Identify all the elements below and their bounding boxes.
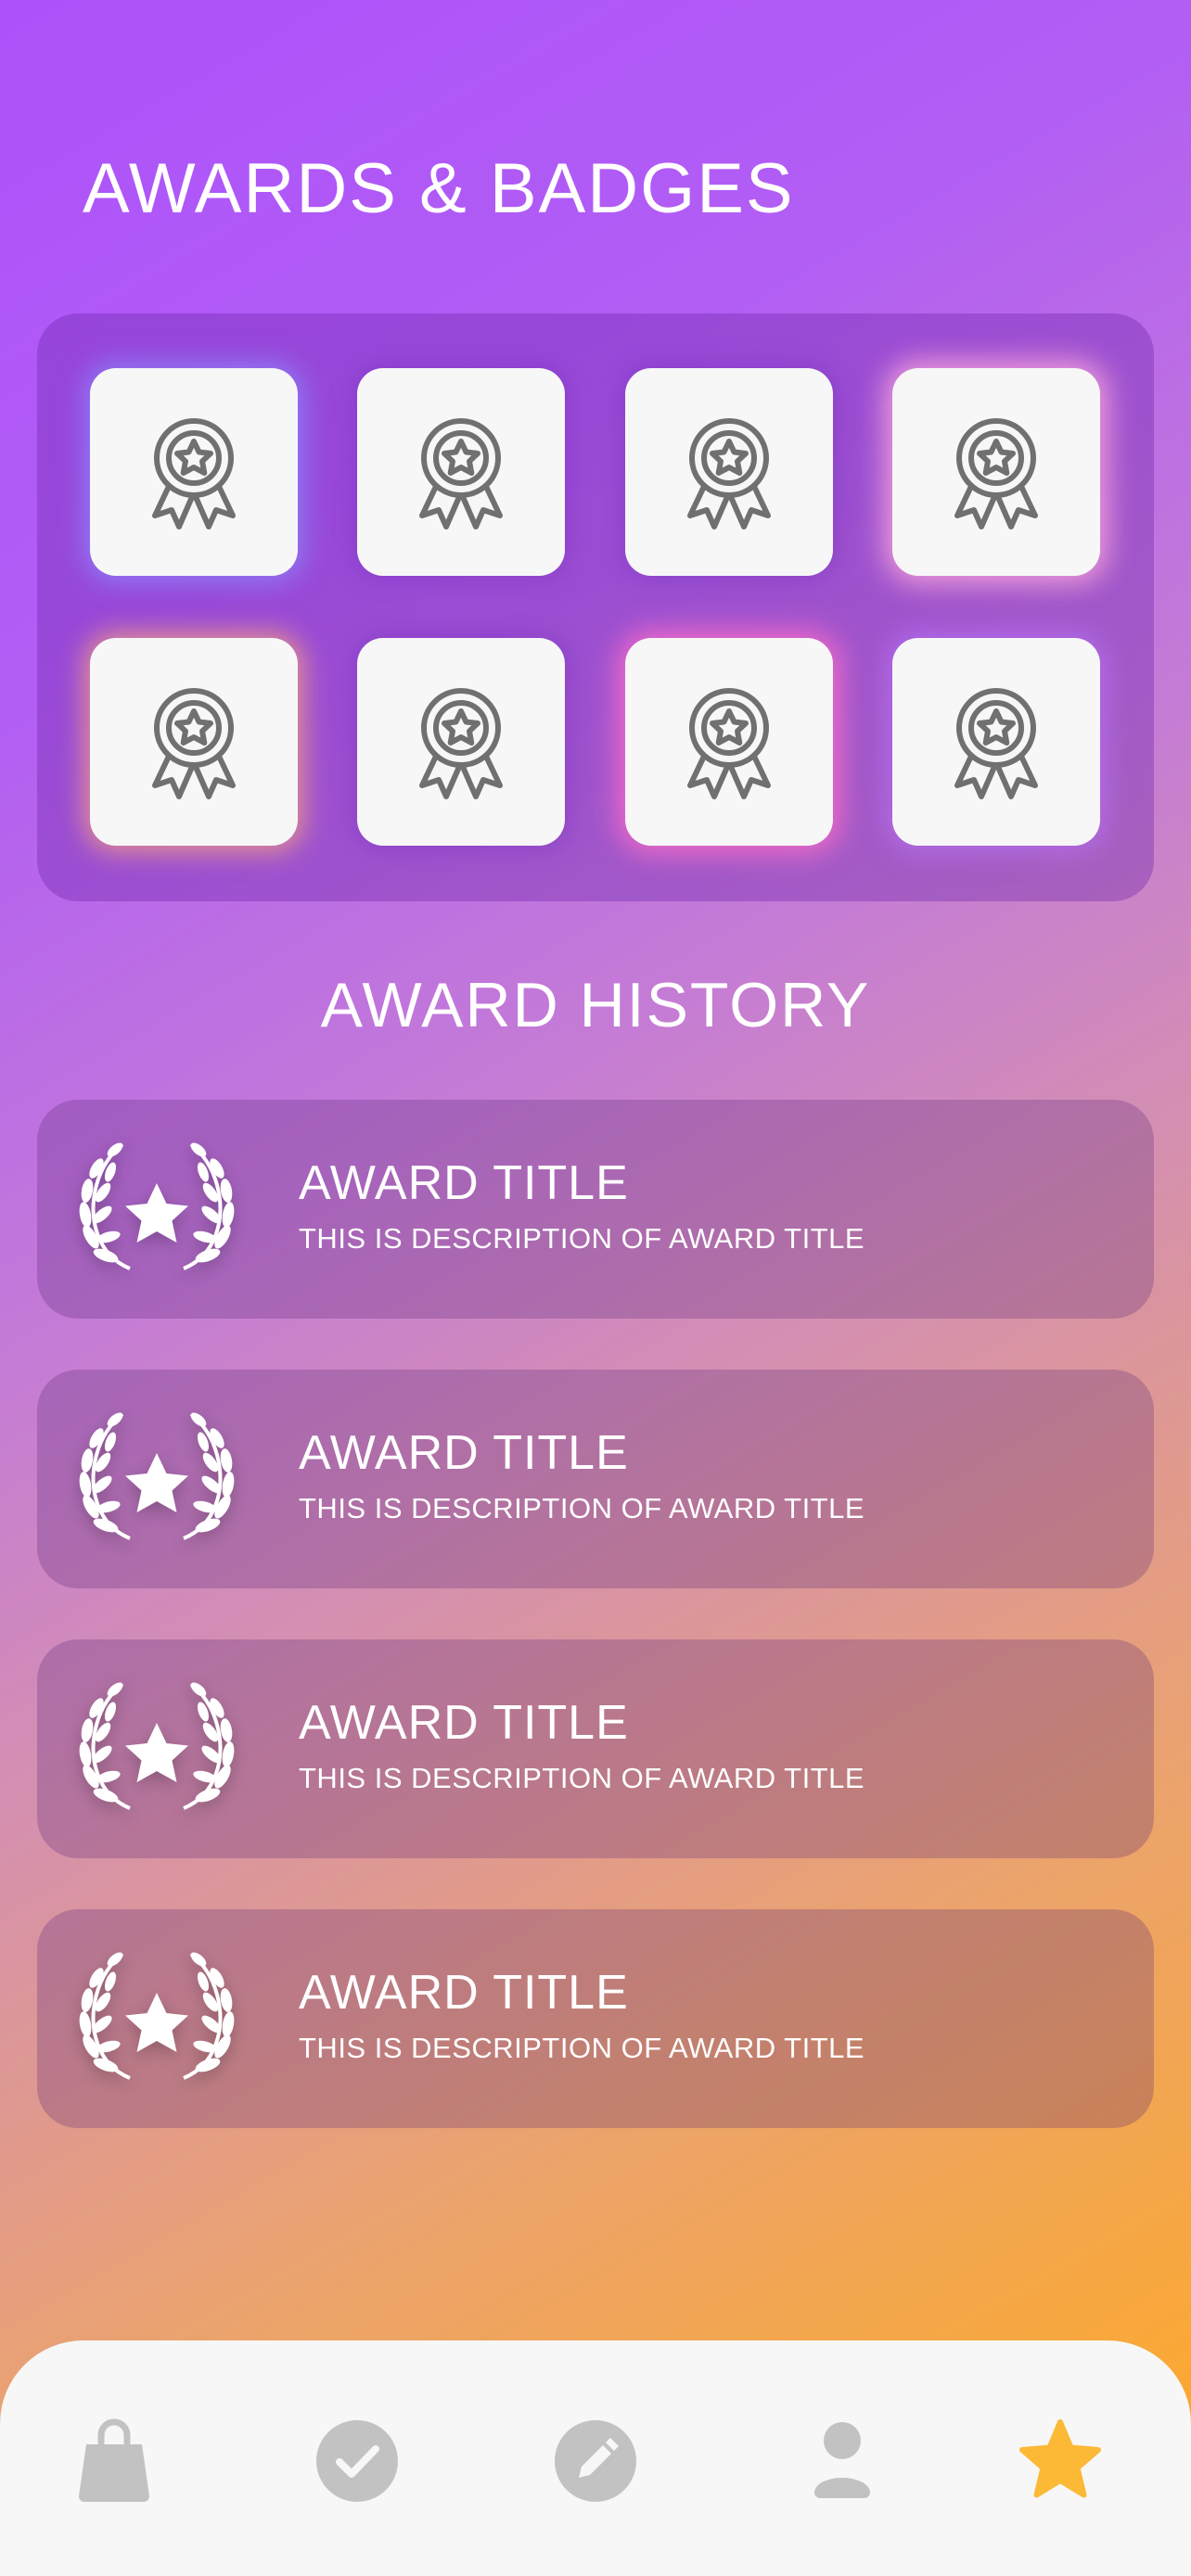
tab-edit[interactable] [540, 2405, 651, 2517]
award-ribbon-icon [673, 412, 785, 532]
award-ribbon-icon [941, 412, 1052, 532]
badge-tile[interactable] [892, 368, 1100, 576]
badges-panel [37, 313, 1154, 901]
tab-profile[interactable] [787, 2405, 898, 2517]
tab-awards[interactable] [1005, 2405, 1116, 2517]
user-icon [814, 2422, 870, 2498]
award-title: AWARD TITLE [299, 1426, 629, 1480]
shopping-bag-icon [79, 2418, 149, 2502]
page-title: AWARDS & BADGES [83, 149, 795, 228]
award-title: AWARD TITLE [299, 1156, 629, 1210]
star-icon [1019, 2419, 1101, 2498]
award-ribbon-icon [138, 412, 250, 532]
award-ribbon-icon [138, 682, 250, 802]
award-description: THIS IS DESCRIPTION OF AWARD TITLE [299, 2032, 865, 2064]
award-history-item[interactable]: AWARD TITLE THIS IS DESCRIPTION OF AWARD… [37, 1100, 1154, 1319]
laurel-star-icon [78, 1407, 236, 1546]
award-ribbon-icon [941, 682, 1052, 802]
award-ribbon-icon [405, 682, 517, 802]
badge-tile[interactable] [90, 638, 298, 846]
award-history-item[interactable]: AWARD TITLE THIS IS DESCRIPTION OF AWARD… [37, 1639, 1154, 1858]
award-description: THIS IS DESCRIPTION OF AWARD TITLE [299, 1492, 865, 1524]
bottom-tab-bar [0, 2340, 1191, 2576]
award-ribbon-icon [405, 412, 517, 532]
award-title: AWARD TITLE [299, 1966, 629, 2020]
award-description: THIS IS DESCRIPTION OF AWARD TITLE [299, 1762, 865, 1794]
badge-tile[interactable] [625, 638, 833, 846]
award-ribbon-icon [673, 682, 785, 802]
award-title: AWARD TITLE [299, 1696, 629, 1750]
badge-tile[interactable] [357, 638, 565, 846]
tab-shop[interactable] [58, 2405, 170, 2517]
laurel-star-icon [78, 1677, 236, 1816]
pencil-circle-icon [555, 2420, 636, 2502]
award-history-title: AWARD HISTORY [320, 970, 871, 1040]
badge-tile[interactable] [90, 368, 298, 576]
tab-tasks[interactable] [301, 2405, 413, 2517]
award-history-item[interactable]: AWARD TITLE THIS IS DESCRIPTION OF AWARD… [37, 1909, 1154, 2128]
award-history-item[interactable]: AWARD TITLE THIS IS DESCRIPTION OF AWARD… [37, 1370, 1154, 1588]
check-circle-icon [316, 2420, 398, 2502]
badge-tile[interactable] [625, 368, 833, 576]
laurel-star-icon [78, 1137, 236, 1276]
award-description: THIS IS DESCRIPTION OF AWARD TITLE [299, 1222, 865, 1255]
laurel-star-icon [78, 1946, 236, 2085]
badge-tile[interactable] [892, 638, 1100, 846]
badge-tile[interactable] [357, 368, 565, 576]
